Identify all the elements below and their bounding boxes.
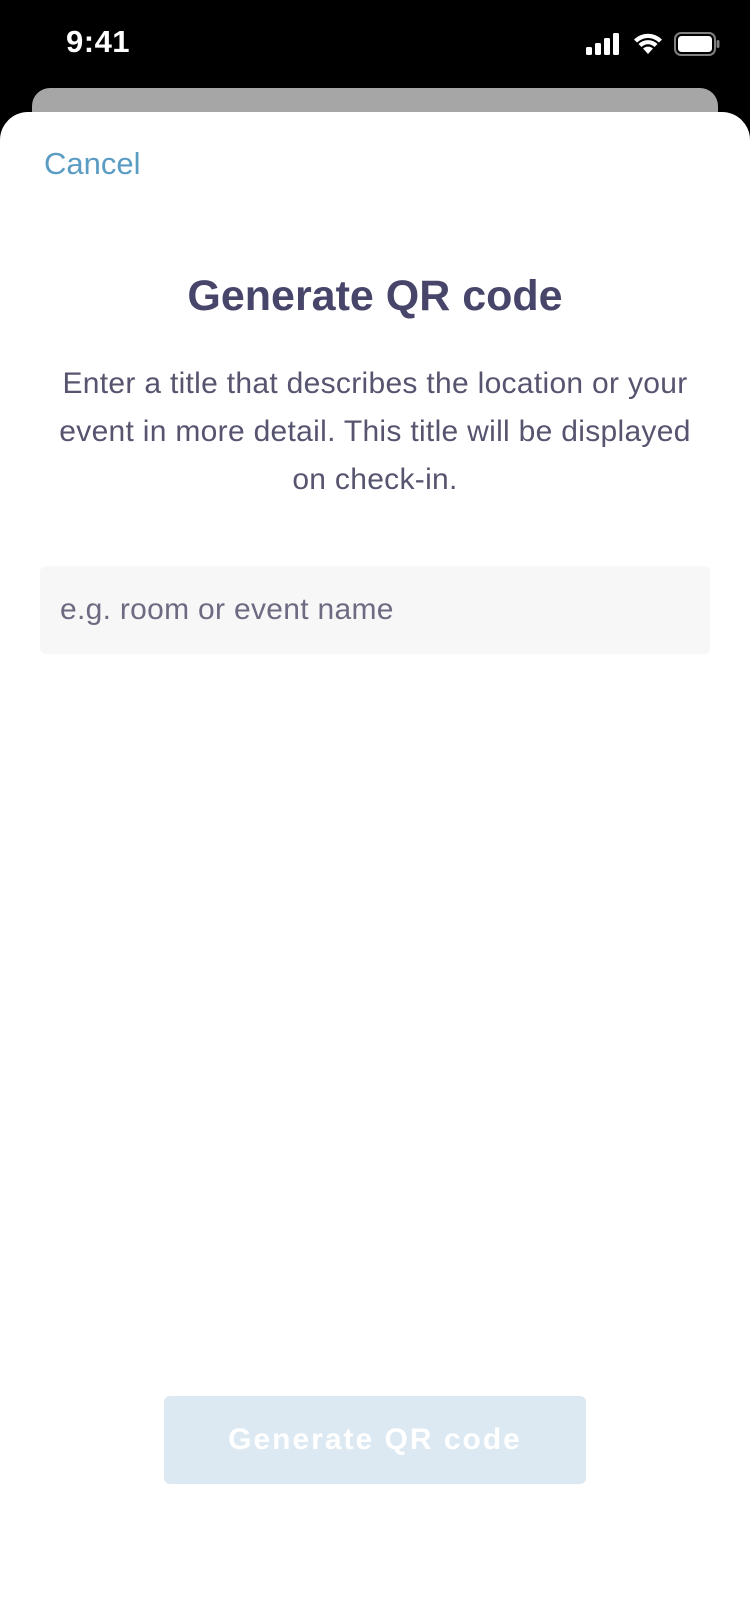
description-text: Enter a title that describes the locatio… <box>59 367 691 496</box>
generate-qr-sheet: Cancel Generate QR code Enter a title th… <box>0 112 750 1624</box>
status-icons <box>586 32 720 61</box>
status-bar: 9:41 <box>0 0 750 92</box>
wifi-icon <box>632 32 664 61</box>
page-title: Generate QR code <box>187 272 563 320</box>
title-input[interactable] <box>40 566 710 654</box>
generate-qr-button[interactable]: Generate QR code <box>164 1396 586 1484</box>
battery-icon <box>674 32 720 61</box>
cellular-signal-icon <box>586 33 622 60</box>
cancel-button[interactable]: Cancel <box>44 146 141 182</box>
status-time: 9:41 <box>66 24 131 59</box>
